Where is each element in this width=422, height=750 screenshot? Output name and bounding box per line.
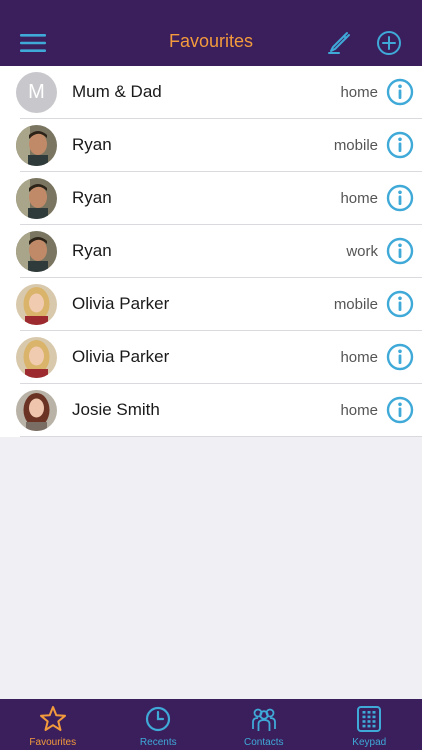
- info-button[interactable]: [386, 131, 414, 159]
- info-icon: [386, 396, 414, 424]
- contact-name: Ryan: [72, 188, 112, 207]
- info-button[interactable]: [386, 396, 414, 424]
- info-button[interactable]: [386, 184, 414, 212]
- info-button[interactable]: [386, 78, 414, 106]
- phone-type-label: home: [340, 349, 378, 366]
- tab-favourites[interactable]: Favourites: [0, 699, 106, 750]
- man-dark-hair-photo: [16, 178, 57, 219]
- info-icon: [386, 131, 414, 159]
- keypad-grid-icon: [355, 705, 383, 733]
- info-icon: [386, 78, 414, 106]
- tab-label: Favourites: [29, 737, 77, 748]
- contact-name: Josie Smith: [72, 400, 160, 419]
- phone-type-label: work: [346, 243, 378, 260]
- info-icon: [386, 290, 414, 318]
- phone-type-label: mobile: [333, 296, 378, 313]
- tab-label: Contacts: [244, 737, 284, 748]
- edit-button[interactable]: [322, 26, 356, 60]
- favourite-row[interactable]: M Mum & Dad home: [0, 66, 422, 119]
- favourites-list: M Mum & Dad home Ryan mobile Ryan home Ryan work…: [0, 66, 422, 437]
- woman-blonde-photo: [16, 284, 57, 325]
- favourite-row[interactable]: Olivia Parker mobile: [0, 278, 422, 331]
- contact-name: Mum & Dad: [72, 82, 162, 101]
- favourite-row[interactable]: Ryan work: [0, 225, 422, 278]
- contact-name: Olivia Parker: [72, 347, 170, 366]
- phone-type-label: home: [340, 190, 378, 207]
- pen-edit-icon: [328, 32, 350, 54]
- info-icon: [386, 343, 414, 371]
- plus-circle-icon: [377, 31, 401, 55]
- avatar-photo: [16, 390, 57, 431]
- favourite-row[interactable]: Ryan home: [0, 172, 422, 225]
- avatar-photo: [16, 231, 57, 272]
- tab-recents[interactable]: Recents: [106, 699, 212, 750]
- info-button[interactable]: [386, 237, 414, 265]
- woman-brown-hair-photo: [16, 390, 57, 431]
- avatar-photo: [16, 178, 57, 219]
- page-title: Favourites: [168, 31, 254, 51]
- favourite-row[interactable]: Ryan mobile: [0, 119, 422, 172]
- clock-icon: [144, 705, 172, 733]
- info-icon: [386, 237, 414, 265]
- tab-contacts[interactable]: Contacts: [211, 699, 317, 750]
- contact-name: Olivia Parker: [72, 294, 170, 313]
- man-dark-hair-photo: [16, 231, 57, 272]
- info-button[interactable]: [386, 343, 414, 371]
- people-icon: [250, 705, 278, 733]
- man-dark-hair-photo: [16, 125, 57, 166]
- avatar-photo: [16, 337, 57, 378]
- tab-label: Keypad: [352, 737, 387, 748]
- favourite-row[interactable]: Olivia Parker home: [0, 331, 422, 384]
- avatar-initial: M: [16, 72, 57, 113]
- phone-type-label: home: [340, 402, 378, 419]
- star-icon: [39, 705, 67, 733]
- row-separator: [20, 436, 422, 437]
- contact-name: Ryan: [72, 241, 112, 260]
- woman-blonde-photo: [16, 337, 57, 378]
- tab-bar: Favourites Recents Contacts Keypad: [0, 699, 422, 750]
- contact-name: Ryan: [72, 135, 112, 154]
- add-favourite-button[interactable]: [372, 26, 406, 60]
- tab-label: Recents: [139, 737, 177, 748]
- avatar-photo: [16, 284, 57, 325]
- tab-keypad[interactable]: Keypad: [317, 699, 422, 750]
- favourite-row[interactable]: Josie Smith home: [0, 384, 422, 437]
- info-icon: [386, 184, 414, 212]
- phone-type-label: home: [340, 84, 378, 101]
- info-button[interactable]: [386, 290, 414, 318]
- phone-type-label: mobile: [333, 137, 378, 154]
- navigation-bar: Favourites: [0, 0, 422, 66]
- avatar-photo: [16, 125, 57, 166]
